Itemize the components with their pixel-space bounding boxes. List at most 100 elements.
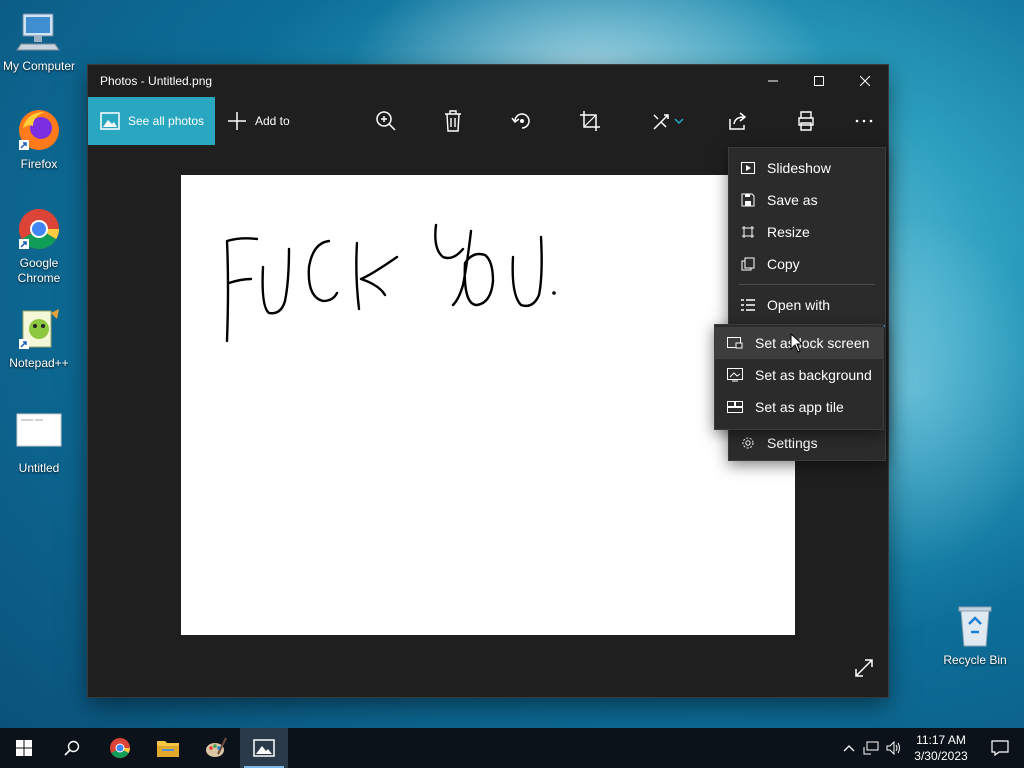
windows-logo-icon	[16, 740, 32, 756]
mouse-cursor-icon	[790, 333, 804, 353]
close-button[interactable]	[842, 65, 888, 97]
submenu-item-app-tile[interactable]: Set as app tile	[715, 391, 883, 423]
expand-icon	[855, 659, 873, 677]
photos-icon	[100, 112, 120, 130]
search-icon	[64, 740, 80, 756]
menu-item-label: Slideshow	[767, 160, 831, 176]
window-title: Photos - Untitled.png	[100, 74, 213, 88]
title-bar: Photos - Untitled.png	[88, 65, 888, 97]
more-icon	[855, 119, 873, 123]
copy-icon	[741, 257, 755, 271]
photos-icon	[253, 739, 275, 757]
submenu-item-background[interactable]: Set as background	[715, 359, 883, 391]
add-to-button[interactable]: Add to	[227, 111, 290, 131]
menu-item-label: Copy	[767, 256, 800, 272]
maximize-icon	[814, 76, 824, 86]
delete-button[interactable]	[433, 97, 473, 145]
recycle-bin-icon	[951, 602, 999, 650]
share-icon	[729, 112, 747, 130]
chevron-up-icon	[843, 745, 855, 752]
more-button[interactable]	[844, 97, 884, 145]
clock[interactable]: 11:17 AM 3/30/2023	[906, 732, 976, 764]
menu-item-label: Open with	[767, 297, 831, 313]
crop-button[interactable]	[570, 97, 610, 145]
desktop-icon-chrome[interactable]: Google Chrome	[1, 205, 77, 286]
system-tray: 11:17 AM 3/30/2023	[838, 728, 1024, 768]
folder-icon	[157, 741, 179, 757]
paint-icon	[206, 737, 227, 757]
start-button[interactable]	[0, 728, 48, 768]
menu-item-slideshow[interactable]: Slideshow	[729, 152, 885, 184]
print-icon	[798, 111, 814, 131]
network-icon	[863, 741, 879, 755]
toolbar: See all photos Add to	[88, 97, 888, 145]
menu-item-resize[interactable]: Resize	[729, 216, 885, 248]
network-button[interactable]	[860, 741, 882, 755]
save-icon	[741, 193, 755, 207]
open-with-icon	[741, 299, 755, 311]
menu-item-settings[interactable]: Settings	[729, 427, 885, 459]
desktop-icon-label: Untitled	[18, 461, 60, 475]
resize-icon	[742, 226, 754, 238]
chrome-icon	[15, 205, 63, 253]
menu-item-copy[interactable]: Copy	[729, 248, 885, 280]
app-tile-icon	[727, 401, 743, 413]
settings-icon	[742, 437, 754, 449]
desktop-icon-untitled[interactable]: Untitled	[1, 410, 77, 476]
minimize-button[interactable]	[750, 65, 796, 97]
edit-icon	[653, 114, 684, 130]
rotate-icon	[511, 113, 530, 129]
taskbar-file-explorer[interactable]	[144, 728, 192, 768]
crop-icon	[580, 111, 600, 131]
desktop-icon-label: Firefox	[20, 157, 58, 171]
see-all-photos-label: See all photos	[128, 114, 205, 128]
taskbar-photos[interactable]	[240, 728, 288, 768]
menu-item-label: Resize	[767, 224, 810, 240]
plus-icon	[228, 112, 246, 130]
menu-item-open-with[interactable]: Open with	[729, 289, 885, 321]
rotate-button[interactable]	[502, 97, 542, 145]
desktop-icon-label: My Computer	[2, 59, 76, 73]
fullscreen-button[interactable]	[854, 658, 874, 683]
slideshow-icon	[741, 162, 755, 174]
taskbar-paint[interactable]	[192, 728, 240, 768]
desktop-icon-label: Notepad++	[9, 356, 69, 370]
lock-screen-icon	[727, 337, 743, 349]
zoom-button[interactable]	[366, 97, 406, 145]
close-icon	[860, 76, 870, 86]
add-to-label: Add to	[255, 114, 290, 128]
taskbar-chrome[interactable]	[96, 728, 144, 768]
desktop-icon-label: Recycle Bin	[943, 653, 1007, 667]
print-button[interactable]	[786, 97, 826, 145]
image-canvas	[181, 175, 795, 635]
computer-icon	[15, 8, 63, 56]
desktop-icon-my-computer[interactable]: My Computer	[1, 8, 77, 74]
clock-date: 3/30/2023	[914, 749, 968, 763]
menu-item-label: Settings	[767, 435, 818, 451]
search-button[interactable]	[48, 728, 96, 768]
action-center-button[interactable]	[976, 728, 1024, 768]
share-button[interactable]	[718, 97, 758, 145]
notification-icon	[991, 740, 1009, 756]
minimize-icon	[768, 80, 778, 82]
image-thumbnail-icon	[15, 410, 63, 458]
show-hidden-icons-button[interactable]	[838, 744, 860, 752]
handwritten-image	[225, 223, 556, 343]
maximize-button[interactable]	[796, 65, 842, 97]
desktop-icon-firefox[interactable]: Firefox	[1, 106, 77, 172]
clock-time: 11:17 AM	[916, 733, 966, 747]
background-icon	[727, 368, 743, 382]
volume-button[interactable]	[882, 741, 906, 755]
menu-item-save-as[interactable]: Save as	[729, 184, 885, 216]
chrome-icon	[110, 738, 130, 758]
notepadpp-icon	[15, 305, 63, 353]
desktop-icon-notepadpp[interactable]: Notepad++	[1, 305, 77, 371]
volume-icon	[886, 741, 900, 755]
submenu-item-label: Set as app tile	[755, 399, 844, 415]
taskbar: 11:17 AM 3/30/2023	[0, 728, 1024, 768]
see-all-photos-button[interactable]: See all photos	[88, 97, 215, 145]
zoom-in-icon	[376, 111, 396, 131]
desktop-icon-recycle-bin[interactable]: Recycle Bin	[937, 602, 1013, 668]
submenu-item-label: Set as background	[755, 367, 872, 383]
edit-create-button[interactable]	[643, 97, 693, 145]
